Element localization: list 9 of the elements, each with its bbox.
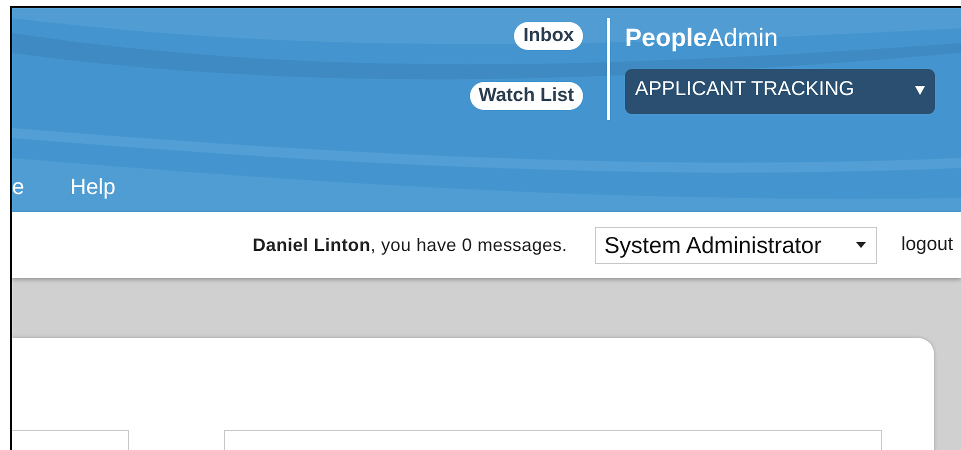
logout-link[interactable]: logout xyxy=(901,234,953,256)
role-dropdown[interactable]: System Administrator xyxy=(595,226,878,264)
greeting-text: Daniel Linton, you have 0 messages. xyxy=(252,234,568,256)
quick-link[interactable]: Watch List xyxy=(470,82,583,110)
quick-link[interactable]: Inbox xyxy=(514,22,583,50)
brand-logo: PeopleAdmin xyxy=(625,23,779,53)
caret-icon xyxy=(915,84,925,94)
product-dropdown[interactable]: APPLICANT TRACKING xyxy=(625,69,935,114)
caret-icon xyxy=(856,242,866,248)
